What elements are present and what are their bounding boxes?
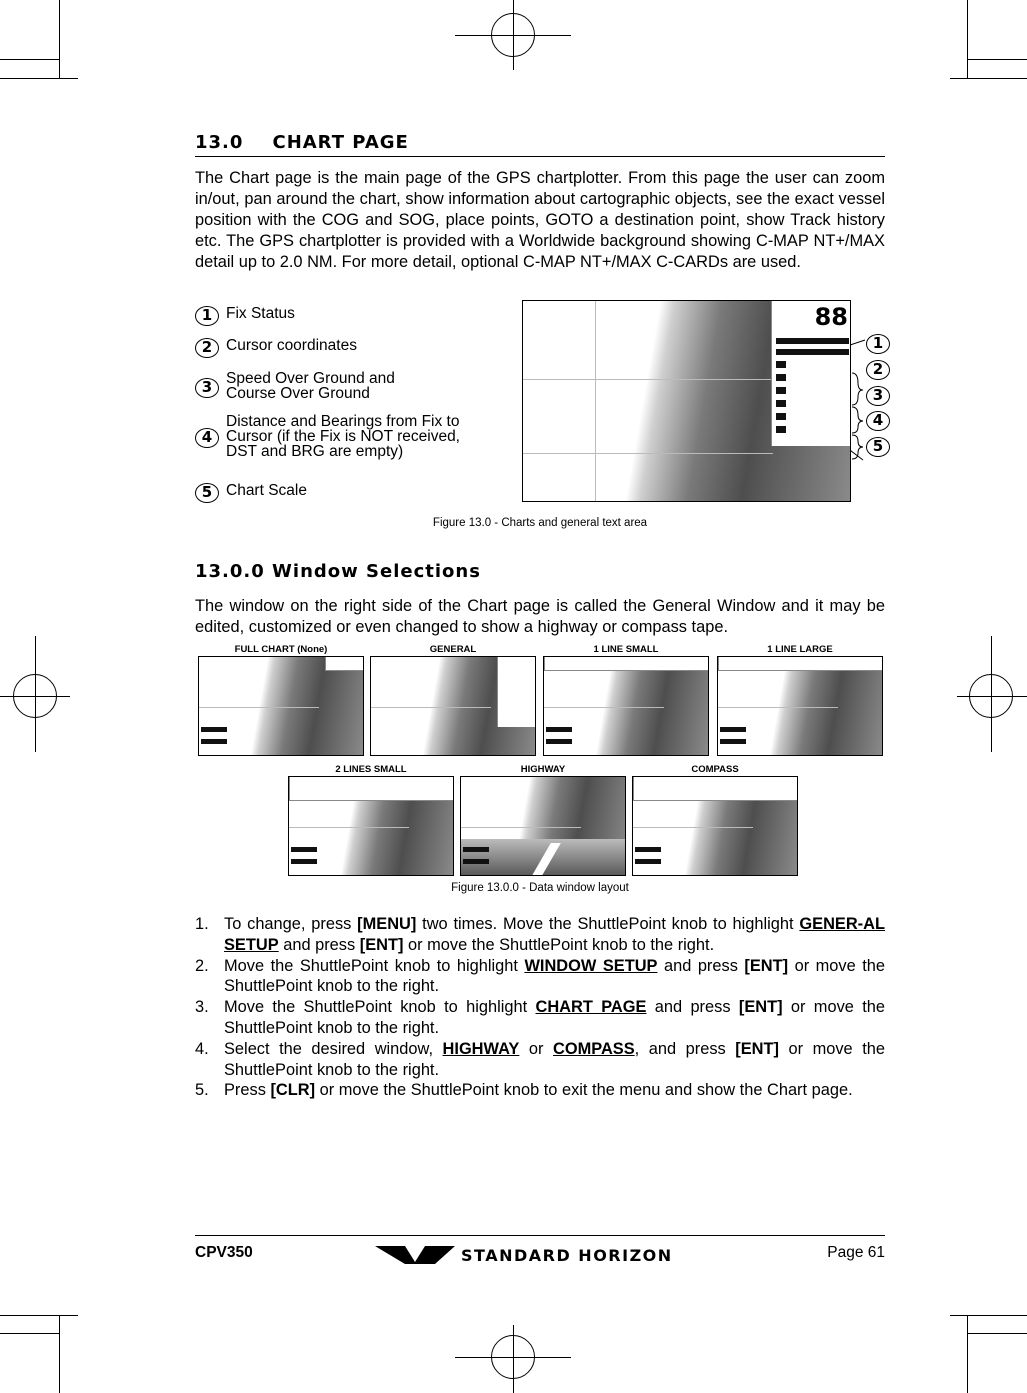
thumbnail-label: 2 LINES SMALL: [335, 764, 407, 775]
step-text: or move the ShuttlePoint knob to the rig…: [403, 935, 715, 954]
step-item: 2. Move the ShuttlePoint knob to highligh…: [195, 956, 885, 998]
steps-list: 1. To change, press [MENU] two times. Mov…: [195, 914, 885, 1101]
key-term: [ENT]: [359, 935, 404, 954]
feature-label: Cursor coordinates: [226, 337, 357, 354]
figure-caption-2: Figure 13.0.0 - Data window layout: [451, 882, 629, 894]
thumbnail-highway: [460, 776, 626, 876]
step-text: Select the desired window,: [224, 1039, 443, 1058]
thumbnail-label: 1 LINE SMALL: [593, 644, 659, 655]
step-number: 2.: [195, 956, 209, 975]
depth-display: 88: [814, 303, 848, 331]
step-number: 4.: [195, 1039, 209, 1058]
callout-number: 4: [195, 428, 219, 448]
key-term: [ENT]: [738, 998, 783, 1017]
thumbnail-label: GENERAL: [429, 644, 477, 655]
step-item: 4. Select the desired window, HIGHWAY or …: [195, 1039, 885, 1081]
feature-label: Speed Over Ground and Course Over Ground: [226, 370, 395, 402]
feature-item: 4 Distance and Bearings from Fix to Curso…: [195, 414, 460, 459]
thumbnail-2-lines-small: [288, 776, 454, 876]
window-intro-paragraph: The window on the right side of the Char…: [195, 597, 885, 636]
step-text: and press: [278, 935, 360, 954]
callout-number: 1: [195, 306, 219, 326]
step-text: or: [519, 1039, 553, 1058]
brand-logo: STANDARD HORIZON: [375, 1244, 705, 1266]
thumbnail-compass: [632, 776, 798, 876]
key-term: [ENT]: [744, 956, 789, 975]
step-text: Move the ShuttlePoint knob to highlight: [224, 956, 525, 975]
page-number: Page 61: [827, 1244, 885, 1261]
key-term: [MENU]: [357, 915, 417, 933]
intro-paragraph: The Chart page is the main page of the G…: [195, 169, 885, 271]
step-text: and press: [657, 956, 745, 975]
callout-brackets: [850, 339, 866, 461]
key-term: COMPASS: [553, 1039, 635, 1058]
step-text: To change, press: [224, 915, 358, 933]
key-term: [CLR]: [270, 1081, 316, 1100]
step-text: or move the ShuttlePoint knob to exit th…: [315, 1081, 853, 1100]
feature-item: 1 Fix Status: [195, 306, 295, 326]
feature-item: 5 Chart Scale: [195, 483, 307, 503]
key-term: WINDOW SETUP: [524, 956, 658, 975]
callout-number: 5: [195, 483, 219, 503]
brand-logo-icon: [375, 1246, 455, 1264]
key-term: CHART PAGE: [535, 998, 647, 1017]
feature-label: Chart Scale: [226, 482, 307, 499]
feature-item: 3 Speed Over Ground and Course Over Groun…: [195, 371, 395, 401]
feature-item: 2 Cursor coordinates: [195, 338, 357, 358]
key-term: [ENT]: [735, 1039, 779, 1058]
callout-number: 2: [195, 338, 219, 358]
thumbnail-general: [370, 656, 536, 756]
thumbnail-1-line-small: [543, 656, 709, 756]
subsection-title: 13.0.0 Window Selections: [195, 561, 481, 582]
step-item: 5. Press [CLR] or move the ShuttlePoint k…: [195, 1080, 885, 1101]
thumbnail-full-chart-none: [198, 656, 364, 756]
chart-page-figure: 88: [522, 300, 851, 502]
callout-number: 3: [195, 378, 219, 398]
figure-caption: Figure 13.0 - Charts and general text ar…: [432, 517, 648, 529]
feature-label: Distance and Bearings from Fix to Cursor…: [226, 413, 460, 460]
step-text: Move the ShuttlePoint knob to highlight: [224, 998, 536, 1017]
thumbnail-label: COMPASS: [691, 764, 739, 775]
step-item: 1. To change, press [MENU] two times. Mov…: [195, 914, 885, 956]
step-item: 3. Move the ShuttlePoint knob to highligh…: [195, 997, 885, 1039]
thumbnail-1-line-large: [717, 656, 883, 756]
step-number: 5.: [195, 1081, 209, 1100]
step-text: two times. Move the ShuttlePoint knob to…: [416, 915, 800, 933]
step-text: , and press: [634, 1039, 736, 1058]
feature-label: Fix Status: [226, 305, 295, 322]
section-title: 13.0 CHART PAGE: [195, 132, 409, 153]
footer-rule: [195, 1235, 885, 1236]
thumbnail-label: HIGHWAY: [520, 764, 566, 775]
thumbnail-label: FULL CHART (None): [234, 644, 328, 655]
step-text: and press: [646, 998, 739, 1017]
key-term: HIGHWAY: [442, 1039, 520, 1058]
step-number: 1.: [195, 915, 209, 933]
thumbnail-label: 1 LINE LARGE: [767, 644, 833, 655]
step-text: Press: [224, 1081, 271, 1100]
footer-model: CPV350: [195, 1244, 253, 1261]
heading-rule: [195, 156, 885, 157]
step-number: 3.: [195, 998, 209, 1017]
